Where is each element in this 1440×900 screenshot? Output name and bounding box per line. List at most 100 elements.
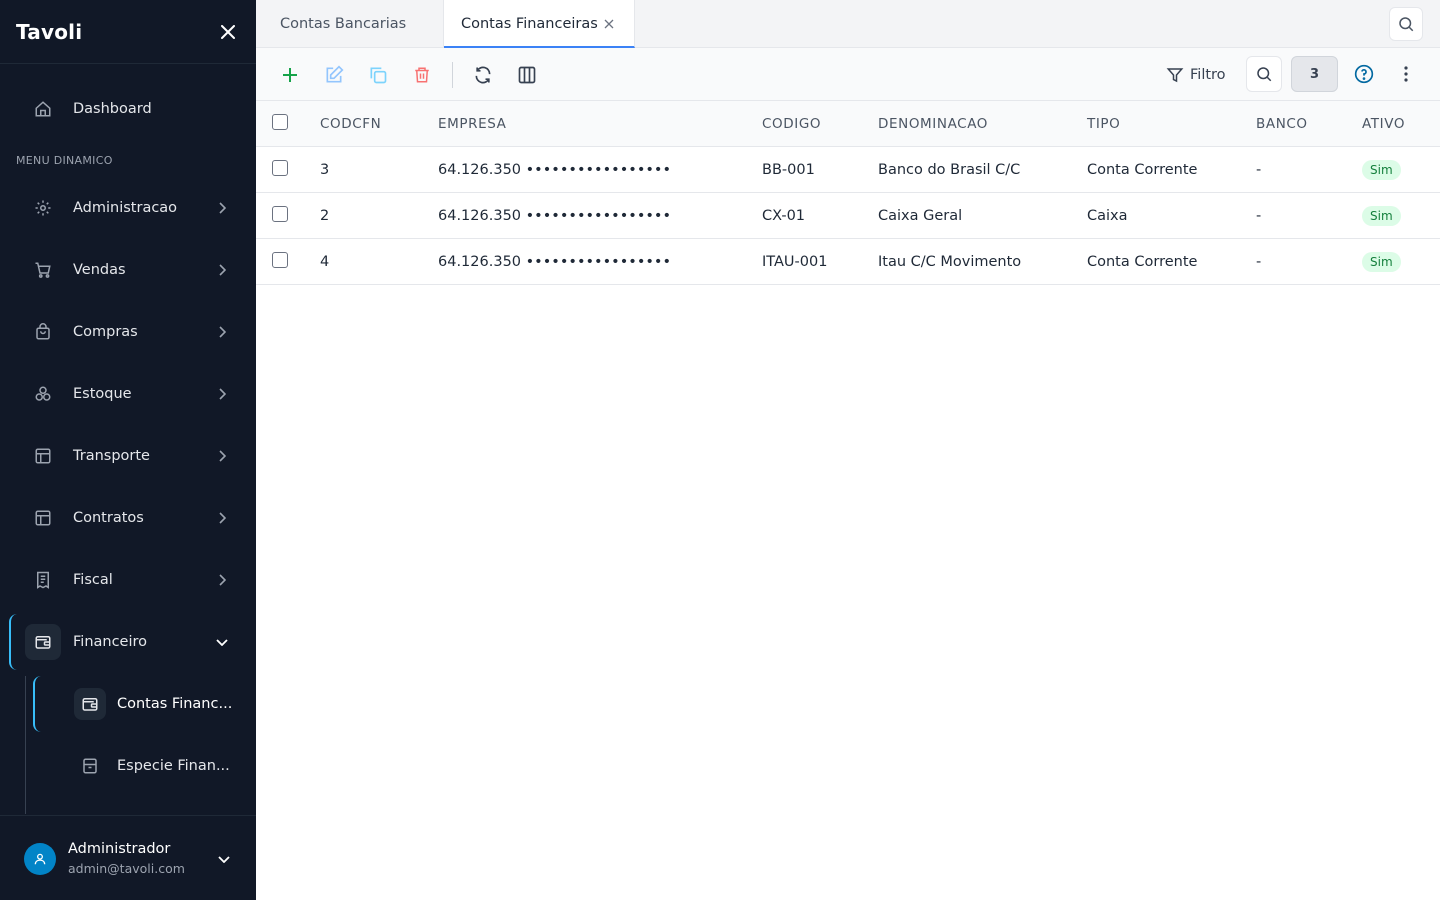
sidebar-header: Tavoli [0,0,256,64]
tab-label: Contas Bancarias [280,16,407,32]
close-tab-icon[interactable] [602,17,616,31]
sidebar-item-label: Contratos [73,510,144,526]
select-all-checkbox[interactable] [272,114,288,130]
columns-icon [518,66,536,84]
column-header-ativo[interactable]: ATIVO [1362,101,1405,147]
column-header-codigo[interactable]: CODIGO [762,101,821,147]
filter-button[interactable]: Filtro [1166,61,1226,89]
cell-codcfn: 4 [320,254,330,270]
sidebar-item-transporte[interactable]: Transporte [0,432,256,480]
add-button[interactable] [277,62,303,88]
sidebar-item-compras[interactable]: Compras [0,308,256,356]
sidebar-item-fiscal[interactable]: Fiscal [0,556,256,604]
layout-icon [25,438,61,474]
trash-icon [415,67,429,83]
tab-contas-bancarias[interactable]: Contas Bancarias [256,0,444,48]
copy-icon [370,67,387,84]
refresh-button[interactable] [470,62,496,88]
archive-icon [74,750,106,782]
column-header-empresa[interactable]: EMPRESA [438,101,506,147]
sidebar-item-estoque[interactable]: Estoque [0,370,256,418]
wallet-icon [25,624,61,660]
table-search-button[interactable] [1246,56,1282,92]
data-table: CODCFN EMPRESA CODIGO DENOMINACAO TIPO B… [256,101,1440,285]
chevron-down-icon[interactable] [216,851,232,867]
cell-codcfn: 2 [320,208,330,224]
sidebar-item-label: Financeiro [73,634,148,650]
cell-tipo: Caixa [1087,208,1128,224]
column-header-denominacao[interactable]: DENOMINACAO [878,101,988,147]
row-checkbox[interactable] [272,252,288,268]
brand-logo: Tavoli [16,19,83,44]
status-badge: Sim [1362,252,1401,272]
cell-codcfn: 3 [320,162,330,178]
record-count-badge: 3 [1291,56,1338,92]
chevron-right-icon [214,572,230,588]
filter-icon [1166,68,1184,83]
sidebar-item-label: Dashboard [73,101,152,117]
sidebar-item-contratos[interactable]: Contratos [0,494,256,542]
chevron-right-icon [214,510,230,526]
cell-banco: - [1256,254,1262,270]
user-name: Administrador [68,841,171,857]
delete-button[interactable] [409,62,435,88]
help-icon [1354,64,1374,84]
sidebar-subitem-label: Especie Finan... [117,758,230,774]
row-checkbox[interactable] [272,160,288,176]
global-search-button[interactable] [1389,7,1423,41]
toolbar-divider [452,62,453,88]
home-icon [25,91,61,127]
main-content: Contas Bancarias Contas Financeiras Filt… [256,0,1440,900]
user-email: admin@tavoli.com [68,861,185,876]
column-header-tipo[interactable]: TIPO [1087,101,1120,147]
cart-icon [25,252,61,288]
table-row[interactable]: 4 64.126.350 ••••••••••••••••• ITAU-001 … [256,239,1440,285]
user-profile[interactable]: Administrador admin@tavoli.com [0,815,256,900]
column-header-banco[interactable]: BANCO [1256,101,1308,147]
help-button[interactable] [1352,62,1376,86]
chevron-right-icon [214,324,230,340]
sidebar-item-label: Compras [73,324,138,340]
sidebar-item-dashboard[interactable]: Dashboard [0,85,256,133]
table-row[interactable]: 3 64.126.350 ••••••••••••••••• BB-001 Ba… [256,147,1440,193]
sidebar: Tavoli Dashboard MENU DINAMICO Administr… [0,0,256,900]
cell-tipo: Conta Corrente [1087,254,1198,270]
receipt-icon [25,562,61,598]
columns-button[interactable] [514,62,540,88]
cell-empresa: 64.126.350 ••••••••••••••••• [438,162,672,178]
sidebar-item-label: Fiscal [73,572,113,588]
layout-icon [25,500,61,536]
sidebar-item-label: Administracao [73,200,178,216]
sidebar-item-financeiro[interactable]: Financeiro [0,618,256,666]
sidebar-subitem-especie-financeira[interactable]: Especie Finan... [0,742,256,790]
sidebar-item-label: Transporte [73,448,150,464]
table-row[interactable]: 2 64.126.350 ••••••••••••••••• CX-01 Cai… [256,193,1440,239]
sidebar-item-label: Vendas [73,262,126,278]
cell-banco: - [1256,208,1262,224]
avatar [24,843,56,875]
sidebar-item-administracao[interactable]: Administracao [0,184,256,232]
duplicate-button[interactable] [365,62,391,88]
cell-codigo: CX-01 [762,208,806,224]
row-checkbox[interactable] [272,206,288,222]
cell-banco: - [1256,162,1262,178]
tab-contas-financeiras[interactable]: Contas Financeiras [444,0,635,48]
status-badge: Sim [1362,206,1401,226]
column-header-codcfn[interactable]: CODCFN [320,101,381,147]
chevron-right-icon [214,448,230,464]
more-options-button[interactable] [1396,62,1416,86]
sidebar-subitem-contas-financeiras[interactable]: Contas Financ... [0,680,256,728]
chevron-right-icon [214,200,230,216]
cell-codigo: ITAU-001 [762,254,828,270]
chevron-down-icon [214,634,230,650]
boxes-icon [25,376,61,412]
plus-icon [283,68,297,82]
cell-denominacao: Caixa Geral [878,208,963,224]
edit-button[interactable] [321,62,347,88]
close-sidebar-icon[interactable] [216,20,240,44]
gear-icon [25,190,61,226]
cell-empresa: 64.126.350 ••••••••••••••••• [438,208,672,224]
sidebar-subitem-label: Contas Financ... [117,696,233,712]
sidebar-item-vendas[interactable]: Vendas [0,246,256,294]
section-label: MENU DINAMICO [16,154,113,167]
